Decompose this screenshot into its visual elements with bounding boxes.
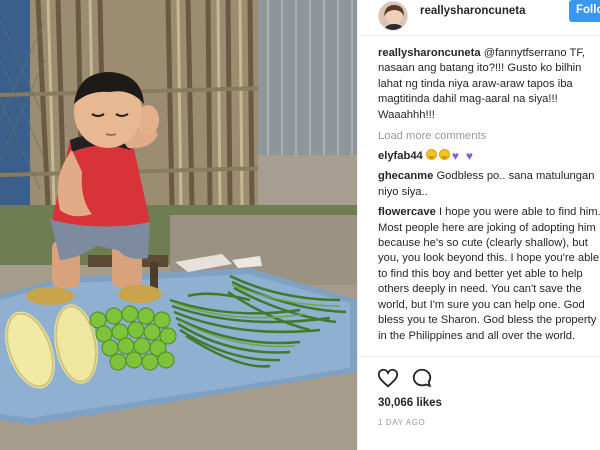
purple-heart-emoji-icon: ♥ (465, 149, 474, 164)
smiling-face-emoji-icon (425, 149, 437, 161)
list-item: flowercave I hope you were able to find … (378, 205, 600, 344)
comment-username[interactable]: flowercave (378, 206, 436, 218)
caption: reallysharoncuneta @fannytfserrano TF, n… (378, 46, 600, 123)
post-header: reallysharoncuneta Follo (358, 0, 600, 36)
heart-outline-icon[interactable] (377, 367, 399, 389)
load-more-comments-link[interactable]: Load more comments (378, 130, 600, 142)
smiling-face-emoji-icon (438, 149, 450, 161)
comment-username[interactable]: ghecanme (378, 170, 433, 182)
list-item: ghecanme Godbless po.. sana matulungan n… (378, 169, 600, 200)
post-timestamp: 1 DAY AGO (378, 418, 426, 427)
post-username[interactable]: reallysharoncuneta (420, 5, 525, 17)
comment-text: I hope you were able to find him. Most p… (378, 206, 600, 342)
follow-button[interactable]: Follo (569, 0, 600, 22)
boy-selling-vegetables-photo (0, 0, 357, 450)
post-side-panel: reallysharoncuneta Follo reallysharoncun… (357, 0, 600, 450)
post-photo (0, 0, 357, 450)
profile-picture-icon (379, 2, 407, 30)
avatar[interactable] (378, 1, 408, 31)
caption-username[interactable]: reallysharoncuneta (378, 47, 481, 59)
post-actions: 30,066 likes 1 DAY AGO (358, 356, 600, 450)
likes-count[interactable]: 30,066 likes (378, 397, 442, 409)
purple-heart-emoji-icon: ♥ (451, 149, 460, 164)
comments-list: reallysharoncuneta @fannytfserrano TF, n… (378, 46, 600, 344)
list-item: elyfab44 ♥ ♥ (378, 149, 600, 164)
speech-bubble-icon[interactable] (411, 367, 433, 389)
comment-username[interactable]: elyfab44 (378, 150, 423, 162)
